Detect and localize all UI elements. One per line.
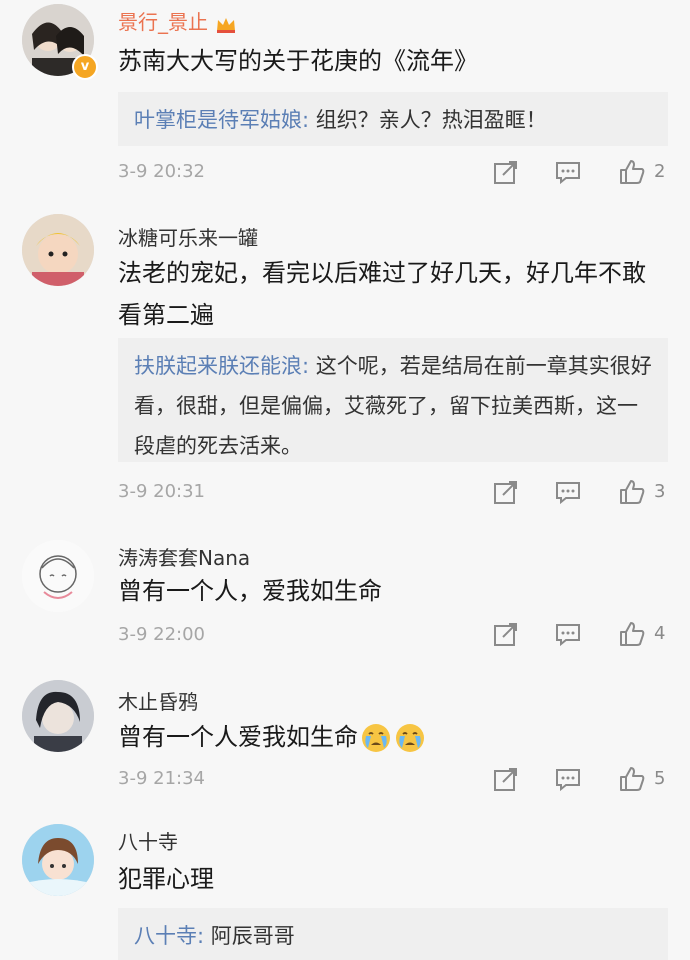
username[interactable]: 木止昏鸦 <box>118 686 198 715</box>
comment-button[interactable] <box>554 478 582 508</box>
action-bar: 5 <box>490 765 670 795</box>
like-button[interactable]: 2 <box>618 158 665 188</box>
comment-text: 犯罪心理 <box>118 865 214 893</box>
avatar[interactable] <box>22 824 94 896</box>
action-bar: 4 <box>490 620 670 650</box>
comment-icon <box>554 620 582 648</box>
thumbs-up-icon <box>618 620 646 648</box>
action-bar: 2 <box>490 158 670 188</box>
verified-badge-icon: v <box>72 54 98 80</box>
comment-text: 苏南大大写的关于花庚的《流年》 <box>118 47 478 75</box>
like-button[interactable]: 5 <box>618 765 665 795</box>
thumbs-up-icon <box>618 478 646 506</box>
thumbs-up-icon <box>618 765 646 793</box>
share-button[interactable] <box>492 478 520 508</box>
timestamp: 3-9 20:31 <box>118 481 205 502</box>
timestamp: 3-9 21:34 <box>118 768 205 789</box>
username[interactable]: 八十寺 <box>118 826 178 855</box>
username[interactable]: 涛涛套套Nana <box>118 542 250 571</box>
share-icon <box>492 478 520 506</box>
reply-username[interactable]: 八十寺: <box>134 924 204 948</box>
like-button[interactable]: 4 <box>618 620 665 650</box>
comment-item: 八十寺 犯罪心理 八十寺: 阿辰哥哥 <box>0 814 690 960</box>
crying-face-icon <box>394 722 426 754</box>
reply-box[interactable]: 扶朕起来朕还能浪: 这个呢，若是结局在前一章其实很好看，很甜，但是偏偏，艾薇死了… <box>118 338 668 462</box>
like-count: 4 <box>654 623 666 644</box>
avatar[interactable] <box>22 214 94 286</box>
like-count: 5 <box>654 768 666 789</box>
share-icon <box>492 158 520 186</box>
comment-button[interactable] <box>554 765 582 795</box>
reply-username[interactable]: 扶朕起来朕还能浪: <box>134 354 309 378</box>
comment-icon <box>554 478 582 506</box>
action-bar: 3 <box>490 478 670 508</box>
share-button[interactable] <box>492 620 520 650</box>
reply-box[interactable]: 八十寺: 阿辰哥哥 <box>118 908 668 960</box>
share-icon <box>492 620 520 648</box>
reply-text: 阿辰哥哥 <box>204 924 295 948</box>
like-button[interactable]: 3 <box>618 478 665 508</box>
avatar[interactable] <box>22 540 94 612</box>
share-button[interactable] <box>492 765 520 795</box>
comment-button[interactable] <box>554 620 582 650</box>
crown-badge-icon <box>216 15 236 33</box>
comment-text: 曾有一个人爱我如生命 <box>118 716 666 758</box>
comment-item: v 景行_景止 苏南大大写的关于花庚的《流年》 叶掌柜是待军姑娘: 组织？亲人？… <box>0 0 690 200</box>
comment-icon <box>554 765 582 793</box>
reply-username[interactable]: 叶掌柜是待军姑娘: <box>134 108 309 132</box>
username[interactable]: 冰糖可乐来一罐 <box>118 222 258 251</box>
avatar[interactable] <box>22 680 94 752</box>
comment-item: 木止昏鸦 曾有一个人爱我如生命 3-9 21:34 5 <box>0 672 690 812</box>
comment-button[interactable] <box>554 158 582 188</box>
comment-item: 涛涛套套Nana 曾有一个人，爱我如生命 3-9 22:00 4 <box>0 530 690 670</box>
share-icon <box>492 765 520 793</box>
timestamp: 3-9 20:32 <box>118 161 205 182</box>
reply-text: 组织？亲人？热泪盈眶！ <box>309 108 547 132</box>
username[interactable]: 景行_景止 <box>118 6 236 35</box>
share-button[interactable] <box>492 158 520 188</box>
comment-icon <box>554 158 582 186</box>
like-count: 2 <box>654 161 666 182</box>
comment-item: 冰糖可乐来一罐 法老的宠妃，看完以后难过了好几天，好几年不敢看第二遍 扶朕起来朕… <box>0 200 690 530</box>
thumbs-up-icon <box>618 158 646 186</box>
like-count: 3 <box>654 481 666 502</box>
comment-text: 曾有一个人，爱我如生命 <box>118 577 382 605</box>
timestamp: 3-9 22:00 <box>118 624 205 645</box>
crying-face-icon <box>360 722 392 754</box>
comment-text-body: 曾有一个人爱我如生命 <box>118 723 358 751</box>
reply-box[interactable]: 叶掌柜是待军姑娘: 组织？亲人？热泪盈眶！ <box>118 92 668 146</box>
comment-text: 法老的宠妃，看完以后难过了好几天，好几年不敢看第二遍 <box>118 259 646 329</box>
